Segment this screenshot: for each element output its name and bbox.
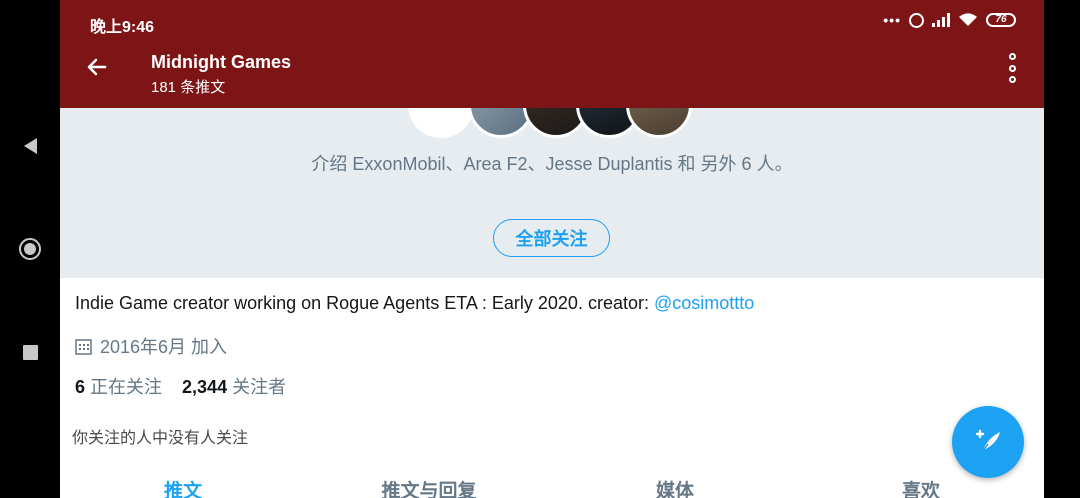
followers-count: 2,344 [182, 377, 228, 397]
android-nav-bar [0, 0, 60, 498]
compose-feather-icon [975, 429, 1000, 453]
followed-by-panel: 介绍 ExxonMobil、Area F2、Jesse Duplantis 和 … [60, 72, 1044, 278]
bio-text: Indie Game creator working on Rogue Agen… [75, 293, 654, 313]
follow-all-button[interactable]: 全部关注 [493, 219, 610, 257]
nav-home-button[interactable] [0, 229, 60, 269]
profile-header: 晚上9:46 ••• 76 Midnight Games 181 条推文 [60, 0, 1044, 108]
more-notifications-icon: ••• [883, 12, 901, 28]
alarm-icon [909, 12, 924, 28]
recents-square-icon [22, 344, 38, 360]
status-time: 晚上9:46 [90, 19, 155, 36]
calendar-icon [75, 338, 92, 355]
nav-recents-button[interactable] [0, 332, 60, 372]
following-label: 正在关注 [90, 377, 163, 397]
profile-tabs: 推文 推文与回复 媒体 喜欢 [60, 470, 1044, 498]
app-screen: 晚上9:46 ••• 76 Midnight Games 181 条推文 介绍 … [60, 0, 1044, 498]
bio-mention-link[interactable]: @cosimottto [654, 293, 754, 313]
joined-date: 2016年6月 加入 [75, 333, 227, 359]
tweet-count: 181 条推文 [151, 79, 226, 96]
back-triangle-icon [23, 138, 37, 154]
overflow-menu-icon [1008, 53, 1016, 60]
compose-tweet-button[interactable] [952, 406, 1024, 478]
profile-name-title: Midnight Games [151, 52, 292, 72]
tab-tweets[interactable]: 推文 [60, 470, 306, 498]
signal-icon [932, 13, 950, 27]
home-circle-icon [19, 238, 41, 260]
more-options-button[interactable] [1000, 53, 1024, 83]
nav-back-button[interactable] [0, 126, 60, 166]
joined-text: 2016年6月 加入 [100, 337, 228, 357]
battery-icon: 76 [986, 13, 1016, 27]
right-edge-bar [1044, 0, 1080, 498]
followed-by-text: 介绍 ExxonMobil、Area F2、Jesse Duplantis 和 … [311, 154, 793, 174]
following-count: 6 [75, 377, 86, 397]
tab-likes[interactable]: 喜欢 [798, 470, 1044, 498]
followers-stat[interactable]: 2,344 关注者 [182, 373, 286, 399]
follow-stats: 6 正在关注 2,344 关注者 [75, 373, 286, 399]
status-icons: ••• 76 [883, 12, 1016, 28]
tab-media[interactable]: 媒体 [552, 470, 798, 498]
arrow-left-icon [87, 58, 107, 76]
no-mutual-followers-text: 你关注的人中没有人关注 [72, 430, 249, 447]
wifi-icon [959, 13, 977, 26]
followers-label: 关注者 [232, 377, 287, 397]
device-screen: 晚上9:46 ••• 76 Midnight Games 181 条推文 介绍 … [0, 0, 1080, 498]
back-button[interactable] [80, 50, 114, 84]
tab-tweets-and-replies[interactable]: 推文与回复 [306, 470, 552, 498]
following-stat[interactable]: 6 正在关注 [75, 373, 162, 399]
profile-bio: Indie Game creator working on Rogue Agen… [75, 293, 754, 314]
